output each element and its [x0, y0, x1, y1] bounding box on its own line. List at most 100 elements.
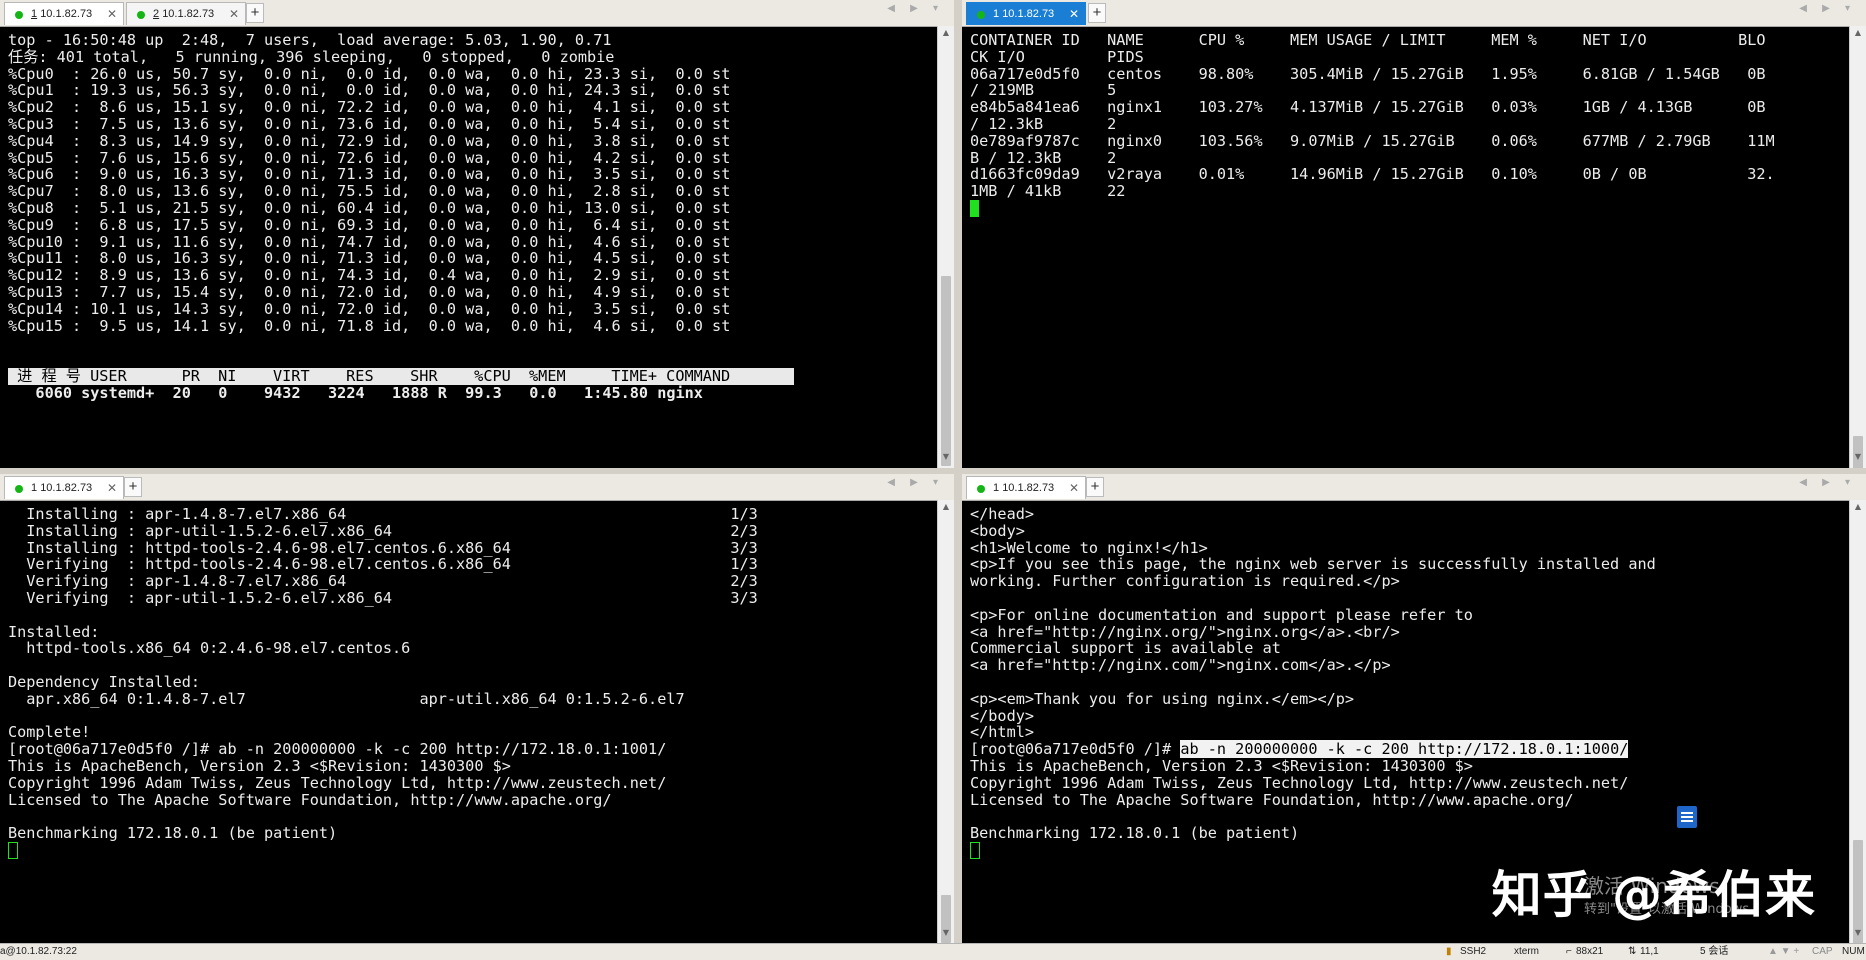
terminal-line: 6060 systemd+ 20 0 9432 3224 1888 R 99.3…	[8, 383, 703, 402]
terminal-line: <body>	[970, 521, 1025, 540]
terminal-line: 06a717e0d5f0 centos 98.80% 305.4MiB / 15…	[970, 64, 1766, 83]
terminal-line: Installed:	[8, 622, 100, 641]
status-term: xterm	[1514, 946, 1539, 957]
terminal-pane-bottom-left[interactable]: 1 10.1.82.73 ✕ + ◀ ▶ ▾ Installing : apr-…	[0, 474, 954, 944]
scroll-up-icon[interactable]: ▲	[1850, 28, 1866, 42]
terminal-line: <a href="http://nginx.com/">nginx.com</a…	[970, 656, 1391, 675]
scrollbar-thumb[interactable]	[941, 276, 951, 466]
terminal-line: httpd-tools.x86_64 0:2.4.6-98.el7.centos…	[8, 639, 411, 658]
terminal-line: Commercial support is available at	[970, 639, 1281, 658]
scroll-down-icon[interactable]: ▼	[1850, 928, 1866, 942]
scroll-up-icon[interactable]: ▲	[1850, 502, 1866, 516]
tab-scroll-arrows-icon[interactable]: ◀ ▶ ▾	[887, 477, 944, 488]
scrollbar[interactable]: ▲ ▼	[1849, 500, 1866, 944]
status-position: 11,1	[1640, 946, 1659, 957]
tab-scroll-arrows-icon[interactable]: ◀ ▶ ▾	[1799, 3, 1856, 14]
terminal-output[interactable]: Installing : apr-1.4.8-7.el7.x86_64 1/3 …	[0, 500, 937, 944]
terminal-line: %Cpu2 : 8.6 us, 15.1 sy, 0.0 ni, 72.2 id…	[8, 98, 731, 117]
status-bar: a@10.1.82.73:22 ▮ SSH2 xterm ⌐ 88x21 ⇅ 1…	[0, 943, 1866, 960]
session-tab-1[interactable]: 1 10.1.82.73 ✕	[4, 2, 124, 25]
terminal-line: <p>For online documentation and support …	[970, 605, 1473, 624]
tab-label: 10.1.82.73	[1002, 482, 1055, 494]
terminal-line: / 12.3kB 2	[970, 114, 1117, 133]
shell-prompt: [root@06a717e0d5f0 /]#	[970, 740, 1181, 759]
terminal-line: Installing : apr-util-1.5.2-6.el7.x86_64…	[8, 521, 758, 540]
terminal-output[interactable]: CONTAINER ID NAME CPU % MEM USAGE / LIMI…	[962, 26, 1849, 468]
terminal-output[interactable]: top - 16:50:48 up 2:48, 7 users, load av…	[0, 26, 937, 468]
scroll-down-icon[interactable]: ▼	[938, 928, 954, 942]
connected-icon	[977, 11, 985, 19]
terminal-line: CONTAINER ID NAME CPU % MEM USAGE / LIMI…	[970, 31, 1766, 49]
size-icon: ⌐	[1566, 946, 1572, 957]
terminal-line: [root@06a717e0d5f0 /]# ab -n 200000000 -…	[8, 740, 667, 759]
tab-number: 1	[993, 482, 1000, 494]
terminal-line: %Cpu3 : 7.5 us, 13.6 sy, 0.0 ni, 73.6 id…	[8, 114, 731, 133]
selected-command[interactable]: ab -n 200000000 -k -c 200 http://172.18.…	[1180, 740, 1629, 759]
terminal-line: / 219MB 5	[970, 81, 1117, 100]
terminal-line: Licensed to The Apache Software Foundati…	[970, 790, 1574, 809]
terminal-line: Licensed to The Apache Software Foundati…	[8, 790, 612, 809]
lock-icon: ▮	[1446, 946, 1452, 957]
new-tab-button[interactable]: +	[1086, 477, 1104, 497]
terminal-line: Complete!	[8, 723, 91, 742]
tab-bar: 1 10.1.82.73 ✕ 2 10.1.82.73 ✕ + ◀ ▶ ▾	[0, 0, 954, 27]
terminal-line: B / 12.3kB 2	[970, 148, 1117, 167]
position-icon: ⇅	[1628, 946, 1637, 957]
close-tab-icon[interactable]: ✕	[107, 477, 117, 500]
scroll-up-icon[interactable]: ▲	[938, 502, 954, 516]
new-tab-button[interactable]: +	[1088, 3, 1106, 23]
scrollbar[interactable]: ▲ ▼	[937, 500, 954, 944]
terminal-pane-top-right[interactable]: 1 10.1.82.73 ✕ + ◀ ▶ ▾ CONTAINER ID NAME…	[962, 0, 1866, 468]
terminal-line: %Cpu12 : 8.9 us, 13.6 sy, 0.0 ni, 74.3 i…	[8, 266, 731, 285]
document-icon[interactable]	[1677, 806, 1697, 828]
close-tab-icon[interactable]: ✕	[107, 3, 117, 26]
terminal-line: %Cpu8 : 5.1 us, 21.5 sy, 0.0 ni, 60.4 id…	[8, 198, 731, 217]
tab-label: 10.1.82.73	[40, 8, 93, 20]
session-tab-1[interactable]: 1 10.1.82.73 ✕	[4, 476, 124, 499]
terminal-line: <a href="http://nginx.org/">nginx.org</a…	[970, 622, 1400, 641]
terminal-line: Benchmarking 172.18.0.1 (be patient)	[970, 824, 1300, 843]
new-tab-button[interactable]: +	[246, 3, 264, 23]
session-tab-2[interactable]: 2 10.1.82.73 ✕	[126, 2, 246, 25]
terminal-pane-top-left[interactable]: 1 10.1.82.73 ✕ 2 10.1.82.73 ✕ + ◀ ▶ ▾ to…	[0, 0, 954, 468]
terminal-line: CK I/O PIDS	[970, 47, 1144, 66]
tab-scroll-arrows-icon[interactable]: ◀ ▶ ▾	[887, 3, 944, 14]
terminal-line: 0e789af9787c nginx0 103.56% 9.07MiB / 15…	[970, 131, 1775, 150]
terminal-line: This is ApacheBench, Version 2.3 <$Revis…	[8, 756, 511, 775]
session-nav-icons[interactable]: ▲ ▼ +	[1768, 944, 1799, 960]
terminal-cursor-line	[8, 841, 937, 859]
process-header-bar: 进 程 号 USER PR NI VIRT RES SHR %CPU %MEM …	[8, 366, 795, 385]
close-tab-icon[interactable]: ✕	[1069, 3, 1079, 26]
terminal-line: Verifying : apr-1.4.8-7.el7.x86_64 2/3	[8, 572, 758, 591]
terminal-line: e84b5a841ea6 nginx1 103.27% 4.137MiB / 1…	[970, 98, 1766, 117]
scrollbar[interactable]: ▲ ▼	[937, 26, 954, 468]
terminal-line: This is ApacheBench, Version 2.3 <$Revis…	[970, 756, 1473, 775]
terminal-line: 任务: 401 total, 5 running, 396 sleeping, …	[8, 47, 615, 66]
status-protocol: SSH2	[1460, 946, 1487, 957]
terminal-line: 1MB / 41kB 22	[970, 182, 1126, 201]
terminal-line: Installing : apr-1.4.8-7.el7.x86_64 1/3	[8, 505, 758, 523]
cursor-icon	[970, 841, 980, 859]
terminal-line: Copyright 1996 Adam Twiss, Zeus Technolo…	[8, 773, 667, 792]
new-tab-button[interactable]: +	[124, 477, 142, 497]
tab-number: 1	[993, 8, 1000, 20]
connected-icon	[15, 11, 23, 19]
connected-icon	[15, 485, 23, 493]
close-tab-icon[interactable]: ✕	[229, 3, 239, 26]
scrollbar[interactable]: ▲ ▼	[1849, 26, 1866, 468]
tab-scroll-arrows-icon[interactable]: ◀ ▶ ▾	[1799, 477, 1856, 488]
scroll-down-icon[interactable]: ▼	[938, 452, 954, 466]
status-sessions: 5 会话	[1700, 946, 1729, 957]
scroll-up-icon[interactable]: ▲	[938, 28, 954, 42]
terminal-cursor-line	[970, 199, 1849, 217]
scroll-down-icon[interactable]: ▼	[1850, 452, 1866, 466]
session-tab-1[interactable]: 1 10.1.82.73 ✕	[966, 476, 1086, 499]
terminal-line: </head>	[970, 505, 1035, 523]
session-tab-1[interactable]: 1 10.1.82.73 ✕	[966, 2, 1086, 25]
close-tab-icon[interactable]: ✕	[1069, 477, 1079, 500]
